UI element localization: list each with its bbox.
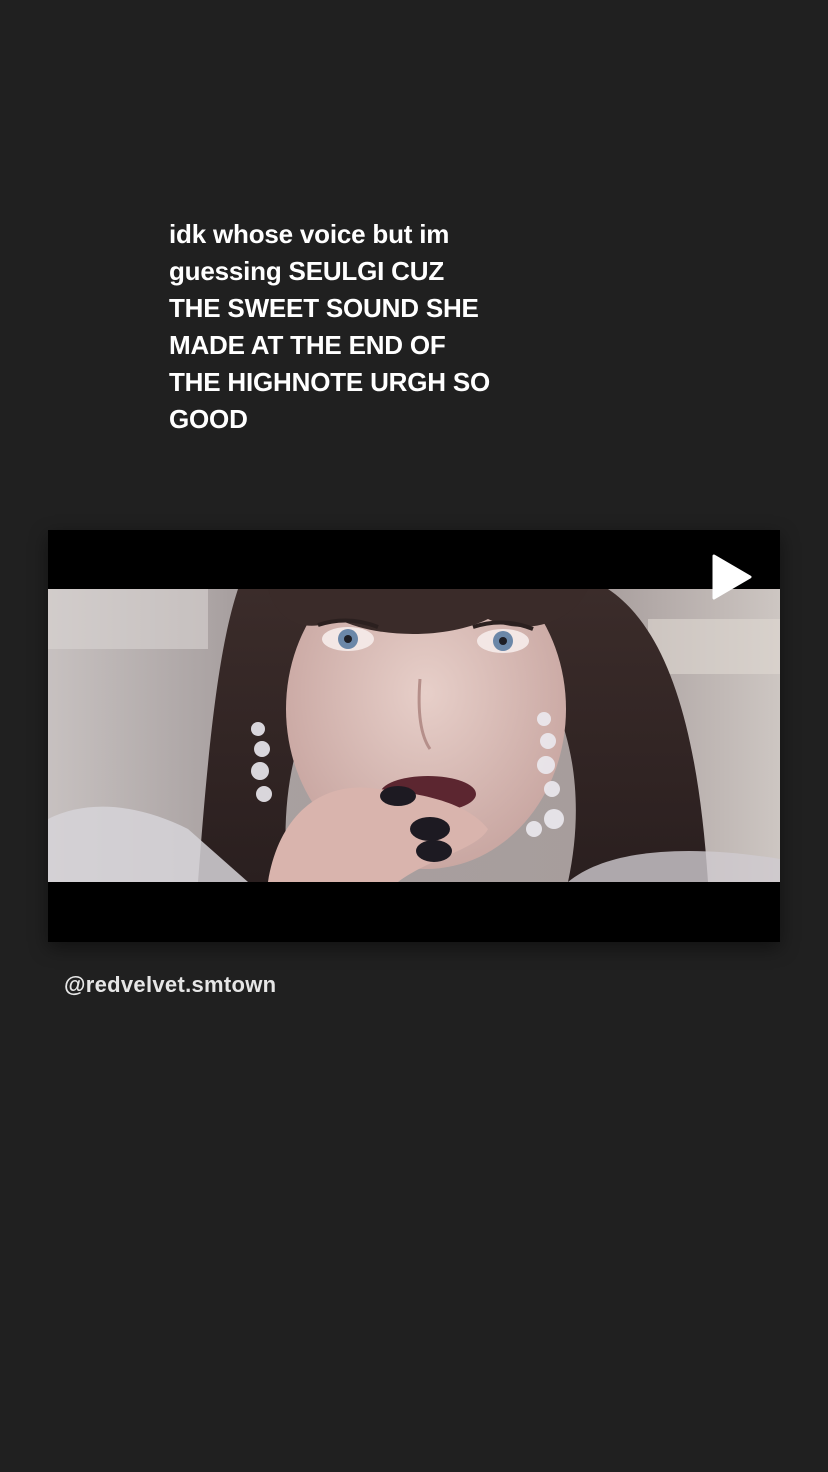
story-caption: idk whose voice but im guessing SEULGI C… xyxy=(169,216,529,438)
caption-line: MADE AT THE END OF xyxy=(169,330,446,360)
caption-line: guessing SEULGI CUZ xyxy=(169,256,445,286)
video-player[interactable] xyxy=(48,530,780,942)
caption-line: THE SWEET SOUND SHE xyxy=(169,293,479,323)
play-icon[interactable] xyxy=(706,552,756,602)
caption-line: THE HIGHNOTE URGH SO xyxy=(169,367,491,397)
caption-line: GOOD xyxy=(169,404,248,434)
account-mention[interactable]: @redvelvet.smtown xyxy=(64,972,276,998)
caption-line: idk whose voice but im xyxy=(169,219,450,249)
video-thumbnail xyxy=(48,589,780,882)
